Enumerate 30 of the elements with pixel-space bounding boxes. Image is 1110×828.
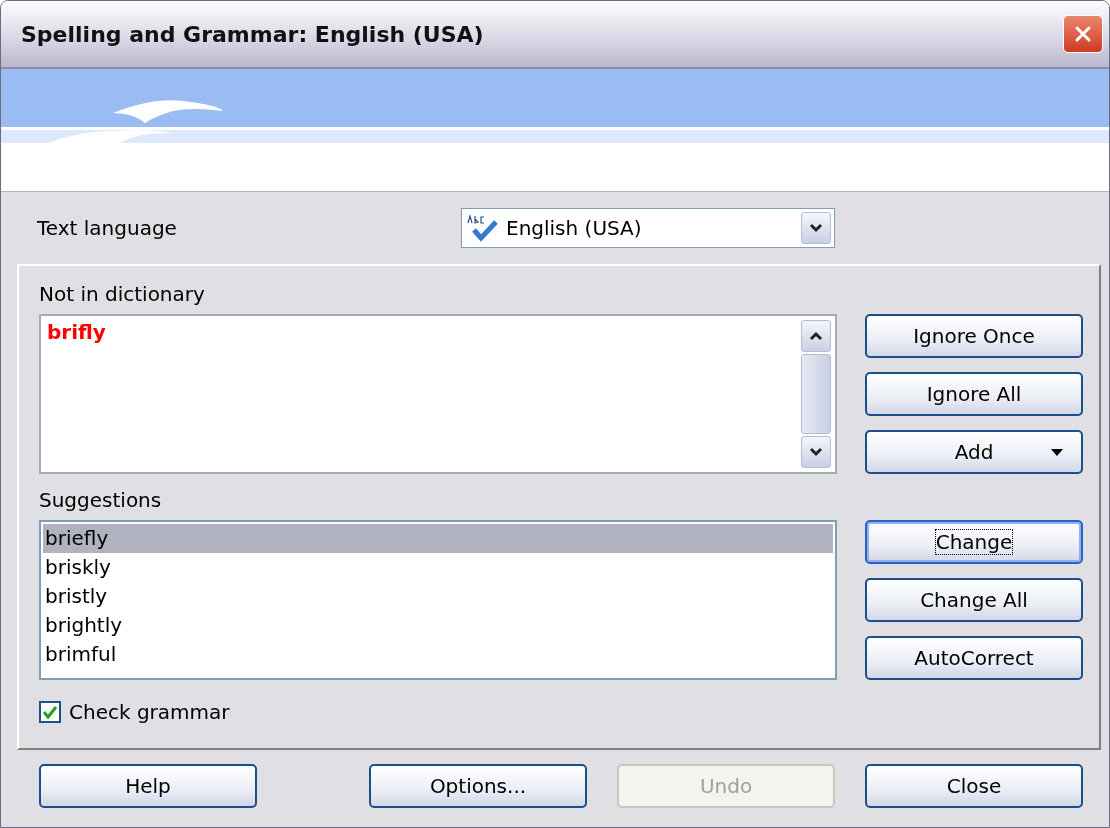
suggestion-item[interactable]: briskly — [43, 553, 833, 582]
suggestions-label: Suggestions — [39, 488, 162, 512]
not-in-dictionary-label: Not in dictionary — [39, 282, 205, 306]
suggestion-item[interactable]: brimful — [43, 640, 833, 669]
dialog-button[interactable]: Help — [39, 764, 257, 808]
text-language-label: Text language — [37, 216, 178, 240]
suggestion-item[interactable]: briefly — [43, 524, 833, 553]
check-grammar-checkbox[interactable] — [39, 701, 61, 723]
scrollbar[interactable] — [801, 320, 833, 468]
action-button[interactable]: Change — [865, 520, 1083, 564]
misspelled-word: brifly — [47, 320, 106, 344]
suggestion-item[interactable]: bristly — [43, 582, 833, 611]
window-title: Spelling and Grammar: English (USA) — [21, 21, 484, 47]
action-button[interactable]: Add — [865, 430, 1083, 474]
spellcheck-icon — [466, 214, 500, 242]
scroll-up-icon[interactable] — [801, 320, 831, 352]
suggestion-item[interactable]: brightly — [43, 611, 833, 640]
scroll-down-icon[interactable] — [801, 436, 831, 468]
dialog-button[interactable]: Close — [865, 764, 1083, 808]
action-button[interactable]: AutoCorrect — [865, 636, 1083, 680]
close-icon[interactable] — [1063, 15, 1103, 53]
action-button[interactable]: Change All — [865, 578, 1083, 622]
caret-icon — [1051, 449, 1063, 457]
scroll-thumb[interactable] — [801, 354, 831, 434]
sentence-text-field[interactable]: brifly — [39, 314, 837, 474]
dialog-button[interactable]: Options... — [369, 764, 587, 808]
check-grammar-label: Check grammar — [69, 700, 230, 724]
action-button[interactable]: Ignore Once — [865, 314, 1083, 358]
action-button[interactable]: Ignore All — [865, 372, 1083, 416]
language-dropdown[interactable]: English (USA) — [461, 208, 835, 248]
